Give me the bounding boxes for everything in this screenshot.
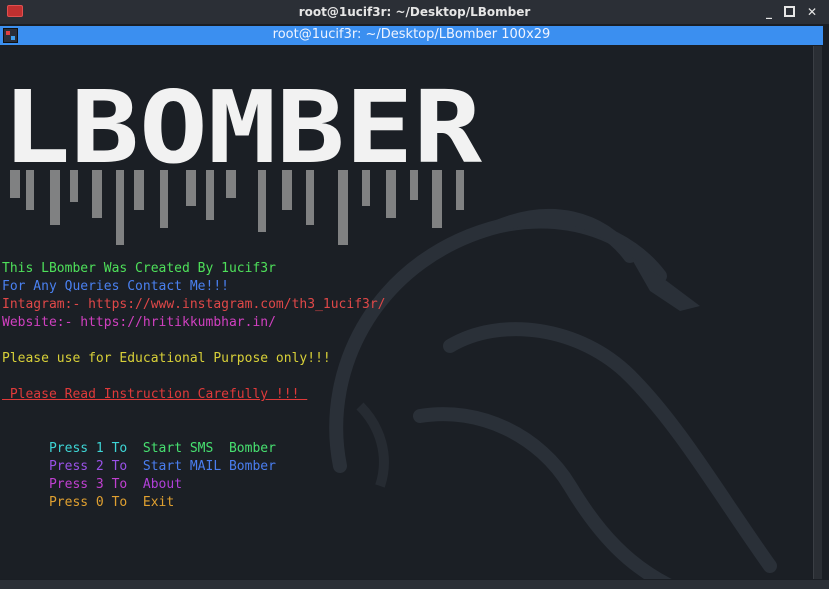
window-bottom-border bbox=[0, 580, 829, 589]
terminal-tab[interactable]: root@1ucif3r: ~/Desktop/LBomber 100x29 bbox=[0, 26, 823, 45]
menu-option-0-action: Exit bbox=[135, 495, 175, 510]
maximize-button[interactable] bbox=[780, 3, 798, 21]
terminal-output[interactable]: LBOMBER This LBomber Was Created By 1uci… bbox=[0, 46, 812, 579]
close-button[interactable]: ✕ bbox=[803, 3, 821, 21]
close-icon: ✕ bbox=[806, 5, 818, 19]
maximize-icon bbox=[783, 5, 795, 17]
window-titlebar[interactable]: root@1ucif3r: ~/Desktop/LBomber _ ✕ bbox=[0, 0, 829, 24]
lbomber-ascii-banner: LBOMBER bbox=[2, 69, 483, 245]
created-by-line: This LBomber Was Created By 1ucif3r bbox=[2, 261, 276, 276]
educational-line: Please use for Educational Purpose only!… bbox=[2, 351, 331, 366]
instruction-line: Please Read Instruction Carefully !!! bbox=[2, 387, 308, 402]
menu-option-0: Press 0 To Exit bbox=[2, 476, 174, 530]
website-line: Website:- https://hritikkumbhar.in/ bbox=[2, 315, 276, 330]
terminal-window: root@1ucif3r: ~/Desktop/LBomber _ ✕ root… bbox=[0, 0, 829, 589]
queries-line: For Any Queries Contact Me!!! bbox=[2, 279, 229, 294]
instagram-line: Intagram:- https://www.instagram.com/th3… bbox=[2, 297, 386, 312]
terminal-scrollbar[interactable] bbox=[813, 46, 822, 579]
menu-option-0-press: Press 0 To bbox=[48, 495, 136, 510]
minimize-button[interactable]: _ bbox=[760, 3, 778, 21]
minimize-icon: _ bbox=[766, 5, 772, 19]
tab-title: root@1ucif3r: ~/Desktop/LBomber 100x29 bbox=[272, 27, 551, 42]
window-title: root@1ucif3r: ~/Desktop/LBomber bbox=[298, 5, 531, 19]
banner-text: LBOMBER bbox=[2, 69, 483, 186]
